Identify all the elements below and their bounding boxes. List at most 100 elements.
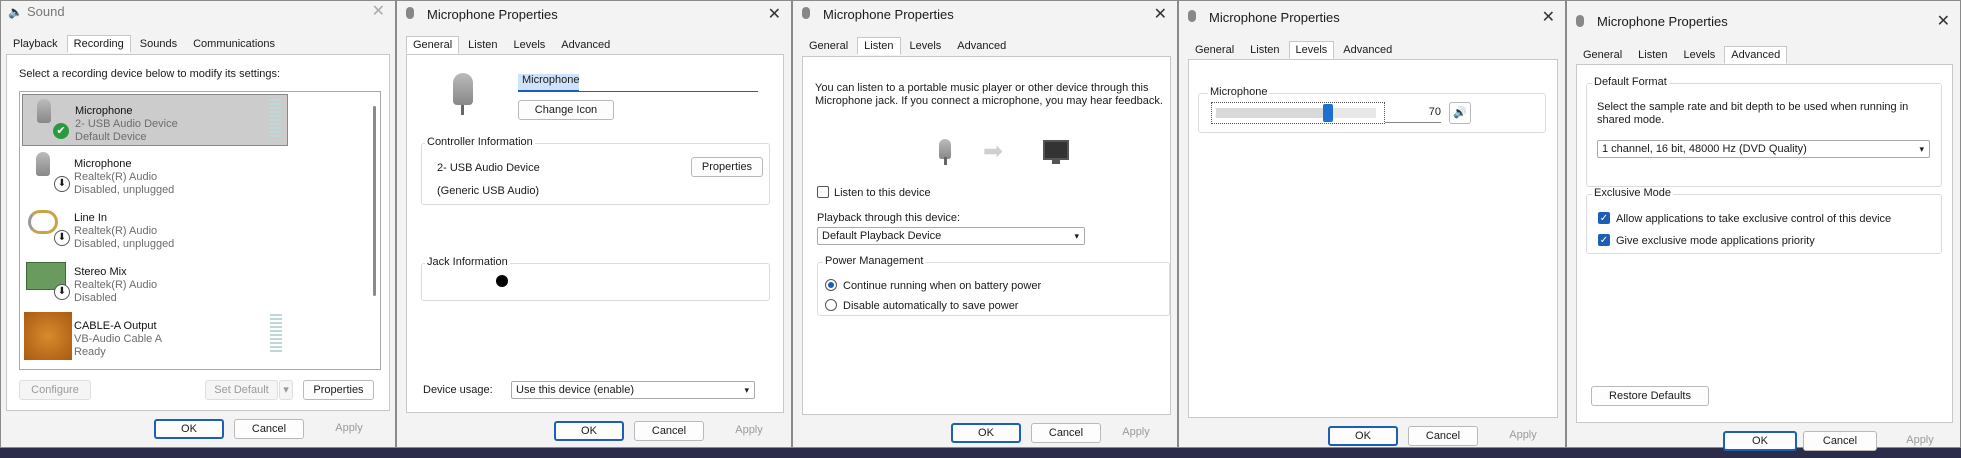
tab-listen[interactable]: Listen — [857, 37, 901, 55]
listen-checkbox[interactable] — [817, 186, 829, 198]
configure-button[interactable]: Configure — [19, 380, 91, 400]
listen-description: You can listen to a portable music playe… — [815, 82, 1163, 107]
device-row[interactable]: ✔ Microphone 2- USB Audio Device Default… — [22, 94, 288, 146]
format-select[interactable]: 1 channel, 16 bit, 48000 Hz (DVD Quality… — [1597, 140, 1930, 158]
cancel-button[interactable]: Cancel — [1408, 426, 1478, 446]
device-row[interactable]: CABLE-A Output VB-Audio Cable A Ready — [22, 310, 288, 362]
disable-auto-radio[interactable] — [825, 299, 837, 311]
tab-advanced[interactable]: Advanced — [554, 36, 617, 54]
tab-bar: General Listen Levels Advanced — [1576, 46, 1789, 64]
window-title: Microphone Properties — [427, 7, 558, 22]
tab-sounds[interactable]: Sounds — [133, 35, 184, 53]
tab-advanced[interactable]: Advanced — [1336, 41, 1399, 59]
exclusive-priority-checkbox[interactable]: ✓ — [1598, 234, 1610, 246]
window-title: Microphone Properties — [1597, 14, 1728, 29]
slider-fill — [1216, 108, 1328, 118]
playback-device-select[interactable]: Default Playback Device ▾ — [817, 227, 1085, 245]
ok-button[interactable]: OK — [154, 419, 224, 439]
apply-button[interactable]: Apply — [1101, 423, 1171, 443]
down-arrow-icon: ⬇ — [54, 176, 70, 192]
tab-listen[interactable]: Listen — [1631, 46, 1674, 64]
tab-levels[interactable]: Levels — [903, 37, 949, 55]
level-slider[interactable] — [1211, 102, 1385, 124]
continue-running-radio[interactable] — [825, 279, 837, 291]
exclusive-mode-label: Exclusive Mode — [1592, 187, 1674, 199]
scrollbar[interactable] — [373, 106, 376, 296]
tab-recording[interactable]: Recording — [66, 35, 131, 53]
jack-color-icon — [496, 275, 508, 287]
device-line1: 2- USB Audio Device — [75, 118, 178, 130]
microphone-icon — [1576, 15, 1584, 27]
disable-auto-label: Disable automatically to save power — [843, 300, 1019, 312]
close-icon[interactable]: ✕ — [1154, 4, 1167, 24]
microphone-icon — [802, 7, 810, 19]
apply-button[interactable]: Apply — [314, 419, 384, 439]
device-row[interactable]: ⬇ Microphone Realtek(R) Audio Disabled, … — [22, 148, 288, 200]
controller-properties-button[interactable]: Properties — [691, 157, 763, 177]
device-row[interactable]: ⬇ Stereo Mix Realtek(R) Audio Disabled — [22, 256, 288, 308]
change-icon-button[interactable]: Change Icon — [518, 100, 614, 120]
jack-info-group — [421, 263, 770, 301]
window-title: Sound — [27, 4, 65, 19]
tab-listen[interactable]: Listen — [1243, 41, 1286, 59]
apply-button[interactable]: Apply — [1883, 431, 1957, 451]
tab-general[interactable]: General — [1188, 41, 1241, 59]
tab-levels[interactable]: Levels — [507, 36, 553, 54]
device-line1: Realtek(R) Audio — [74, 225, 158, 237]
chevron-down-icon: ▾ — [1074, 231, 1079, 241]
slider-thumb[interactable] — [1323, 104, 1333, 122]
cancel-button[interactable]: Cancel — [634, 421, 704, 441]
chevron-down-icon: ▾ — [744, 385, 749, 395]
apply-button[interactable]: Apply — [714, 421, 784, 441]
default-format-label: Default Format — [1592, 76, 1669, 88]
allow-exclusive-checkbox[interactable]: ✓ — [1598, 212, 1610, 224]
device-line1: Realtek(R) Audio — [74, 279, 158, 291]
device-row[interactable]: ⬇ Line In Realtek(R) Audio Disabled, unp… — [22, 202, 288, 254]
recording-pane: Select a recording device below to modif… — [6, 54, 390, 411]
cancel-button[interactable]: Cancel — [1031, 423, 1101, 443]
cancel-button[interactable]: Cancel — [1803, 431, 1877, 451]
apply-button[interactable]: Apply — [1488, 426, 1558, 446]
tab-advanced[interactable]: Advanced — [1724, 46, 1788, 64]
device-name: Microphone — [75, 105, 133, 117]
close-icon[interactable]: ✕ — [1937, 11, 1950, 31]
properties-window-levels: Microphone Properties ✕ General Listen L… — [1178, 0, 1566, 448]
tab-general[interactable]: General — [802, 37, 855, 55]
device-line2: Default Device — [75, 131, 147, 143]
close-icon[interactable]: ✕ — [1542, 7, 1555, 27]
format-value: 1 channel, 16 bit, 48000 Hz (DVD Quality… — [1602, 143, 1807, 155]
level-value-box[interactable]: 70 — [1385, 102, 1441, 123]
tab-levels[interactable]: Levels — [1677, 46, 1723, 64]
close-icon[interactable]: ✕ — [768, 4, 781, 24]
properties-button[interactable]: Properties — [303, 380, 374, 400]
device-name: CABLE-A Output — [74, 320, 157, 332]
down-arrow-icon: ⬇ — [54, 230, 70, 246]
tab-listen[interactable]: Listen — [461, 36, 504, 54]
device-usage-select[interactable]: Use this device (enable) ▾ — [511, 381, 755, 399]
ok-button[interactable]: OK — [951, 423, 1021, 443]
device-name: Microphone — [74, 158, 132, 170]
restore-defaults-button[interactable]: Restore Defaults — [1591, 386, 1709, 406]
level-meter — [269, 99, 281, 139]
device-name-input[interactable]: Microphone — [518, 74, 580, 91]
set-default-button[interactable]: Set Default — [205, 380, 278, 400]
tab-general[interactable]: General — [1576, 46, 1629, 64]
tab-advanced[interactable]: Advanced — [950, 37, 1013, 55]
advanced-pane: Default Format Select the sample rate an… — [1576, 64, 1953, 423]
ok-button[interactable]: OK — [1723, 431, 1797, 451]
ok-button[interactable]: OK — [1328, 426, 1398, 446]
device-usage-label: Device usage: — [423, 384, 493, 396]
exclusive-priority-label: Give exclusive mode applications priorit… — [1616, 235, 1815, 247]
speaker-icon[interactable]: 🔊 — [1449, 102, 1471, 124]
monitor-stand-icon — [1052, 160, 1060, 164]
close-icon[interactable]: ✕ — [372, 1, 385, 21]
tab-general[interactable]: General — [406, 36, 460, 54]
set-default-dropdown[interactable]: ▾ — [279, 380, 293, 400]
ok-button[interactable]: OK — [554, 421, 624, 441]
tab-levels[interactable]: Levels — [1288, 41, 1335, 59]
cancel-button[interactable]: Cancel — [234, 419, 304, 439]
line-in-cable-icon — [28, 210, 58, 234]
controller-info-label: Controller Information — [425, 136, 535, 148]
tab-communications[interactable]: Communications — [186, 35, 282, 53]
tab-playback[interactable]: Playback — [6, 35, 65, 53]
